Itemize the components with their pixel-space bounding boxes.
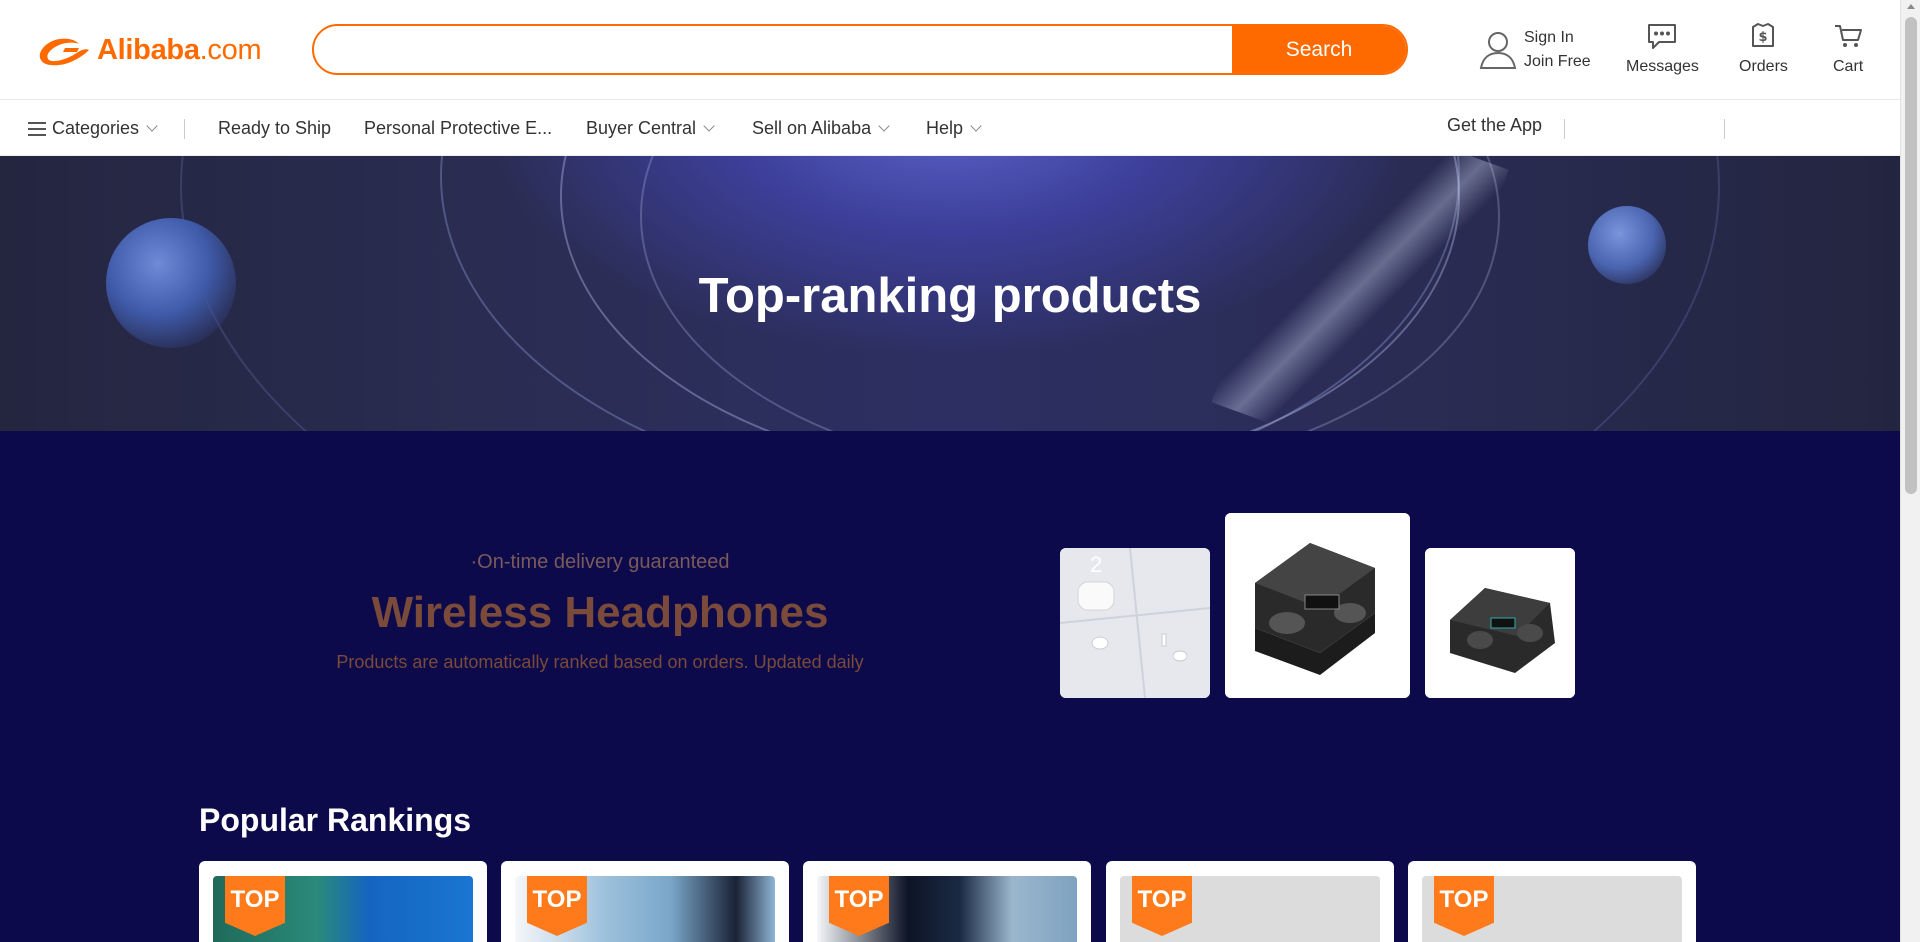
divider [1564, 119, 1565, 139]
get-the-app-link[interactable]: Get the App [1447, 98, 1542, 153]
product-thumbnail[interactable]: 2 [1060, 548, 1210, 698]
chevron-down-icon [970, 120, 982, 132]
earbuds-case-image [1425, 548, 1575, 698]
nav-sell-on-alibaba[interactable]: Sell on Alibaba [752, 101, 890, 156]
promo-description: Products are automatically ranked based … [336, 652, 864, 672]
search-button[interactable]: Search [1232, 26, 1406, 73]
nav-help[interactable]: Help [926, 101, 982, 156]
popular-rankings-title: Popular Rankings [199, 802, 472, 838]
orders-icon: $ [1752, 23, 1775, 47]
categories-label: Categories [52, 118, 140, 138]
promo-title: Wireless Headphones [371, 588, 829, 637]
cart-icon [1835, 25, 1863, 47]
product-thumbnail[interactable] [1425, 548, 1575, 698]
earbuds-image [1060, 548, 1210, 698]
nav-personal-protective[interactable]: Personal Protective E... [364, 101, 552, 156]
earbuds-case-image [1225, 513, 1410, 698]
orders-label: Orders [1739, 58, 1788, 75]
ranking-section: ·On-time delivery guaranteed Wireless He… [0, 431, 1900, 942]
messages-icon [1648, 24, 1677, 49]
categories-menu[interactable]: Categories [28, 101, 158, 156]
ranking-card[interactable]: TOP [501, 861, 789, 942]
promo-tag: ·On-time delivery guaranteed [470, 551, 730, 573]
messages-button[interactable]: Messages [1626, 22, 1699, 76]
account-menu[interactable]: Sign In Join Free [1478, 28, 1591, 71]
product-thumbnail[interactable] [1225, 513, 1410, 698]
page-title: Top-ranking products [698, 269, 1202, 323]
nav-buyer-central[interactable]: Buyer Central [586, 101, 715, 156]
alibaba-logo[interactable]: Alibaba.com [35, 30, 262, 70]
search-bar: Search [312, 24, 1408, 75]
join-free-link[interactable]: Join Free [1524, 52, 1591, 71]
divider [1724, 119, 1725, 139]
nav-ready-to-ship[interactable]: Ready to Ship [218, 101, 331, 156]
alibaba-logo-icon [39, 38, 89, 66]
sign-in-link[interactable]: Sign In [1524, 28, 1591, 47]
divider [184, 119, 185, 139]
menu-icon [28, 121, 46, 136]
ranking-card[interactable]: TOP [803, 861, 1091, 942]
sub-navigation: Categories Ready to Ship Personal Protec… [0, 101, 1900, 156]
chevron-down-icon [878, 120, 890, 132]
ranking-card[interactable]: TOP [1408, 861, 1696, 942]
ranking-card[interactable]: TOP [1106, 861, 1394, 942]
search-input[interactable] [314, 26, 1232, 73]
orders-button[interactable]: $ Orders [1739, 22, 1788, 76]
hero-banner: Top-ranking products [0, 156, 1900, 431]
messages-label: Messages [1626, 58, 1699, 75]
scroll-up-arrow-icon[interactable] [1907, 4, 1915, 9]
top-header: Alibaba.com Search Sign In Join Free Mes… [0, 0, 1900, 100]
svg-text:$: $ [1759, 30, 1768, 45]
rank-number: 2 [1090, 552, 1103, 577]
ranking-card[interactable]: TOP [199, 861, 487, 942]
cart-button[interactable]: Cart [1833, 22, 1863, 76]
category-promo[interactable]: ·On-time delivery guaranteed Wireless He… [300, 551, 900, 673]
user-icon [1479, 31, 1517, 69]
chevron-down-icon [703, 120, 715, 132]
scrollbar-thumb[interactable] [1905, 17, 1917, 494]
cart-label: Cart [1833, 58, 1864, 75]
logo-wordmark: Alibaba.com [97, 33, 262, 66]
page-scrollbar[interactable] [1900, 0, 1920, 942]
chevron-down-icon [146, 120, 158, 132]
